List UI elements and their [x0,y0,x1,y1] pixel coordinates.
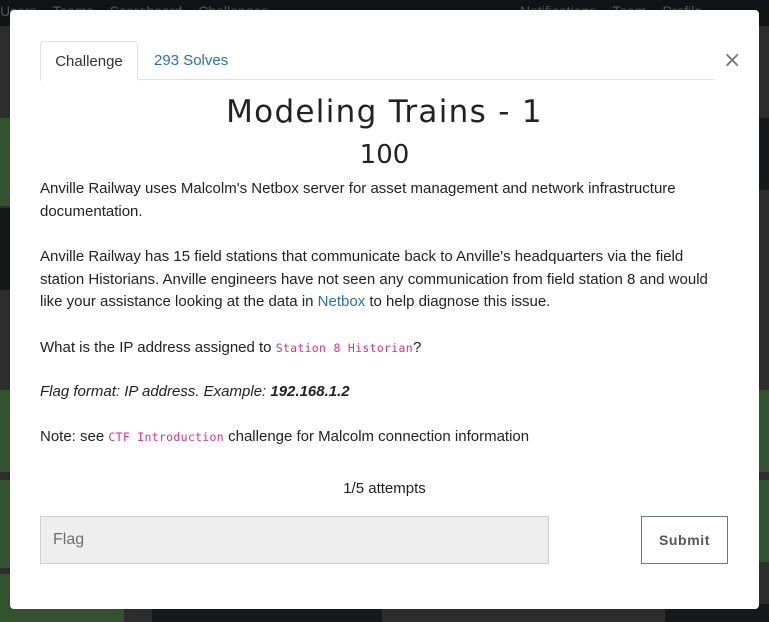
question-text: What is the IP address assigned to [40,339,276,356]
ctf-intro-code: CTF Introduction [108,430,224,444]
note-paragraph: Note: see CTF Introduction challenge for… [40,426,720,449]
flag-example: 192.168.1.2 [270,383,350,400]
description-paragraph: Anville Railway has 15 field stations th… [40,246,720,314]
challenge-value: 100 [359,140,410,170]
note-text: Note: see [40,428,109,445]
challenge-modal: × Challenge 293 Solves Modeling Trains -… [10,10,759,609]
attempts-counter: 1/5 attempts [343,480,426,497]
challenge-title: Modeling Trains - 1 [226,94,543,130]
netbox-link[interactable]: Netbox [318,293,366,310]
station-code: Station 8 Historian [275,341,413,355]
flag-input[interactable] [40,516,549,564]
description-paragraph: Anville Railway uses Malcolm's Netbox se… [40,180,676,220]
tab-solves[interactable]: 293 Solves [138,41,244,81]
close-icon[interactable]: × [723,50,741,72]
tab-challenge[interactable]: Challenge [40,41,138,81]
flag-format-paragraph: Flag format: IP address. Example: 192.16… [40,381,720,404]
flag-format-text: Flag format: IP address. Example: [40,383,271,400]
description-text: to help diagnose this issue. [365,293,551,310]
question-paragraph: What is the IP address assigned to Stati… [40,337,720,360]
question-text: ? [412,339,422,356]
note-text: challenge for Malcolm connection informa… [223,428,530,445]
submit-button[interactable]: Submit [641,516,728,564]
modal-tabs: Challenge 293 Solves [40,41,715,81]
